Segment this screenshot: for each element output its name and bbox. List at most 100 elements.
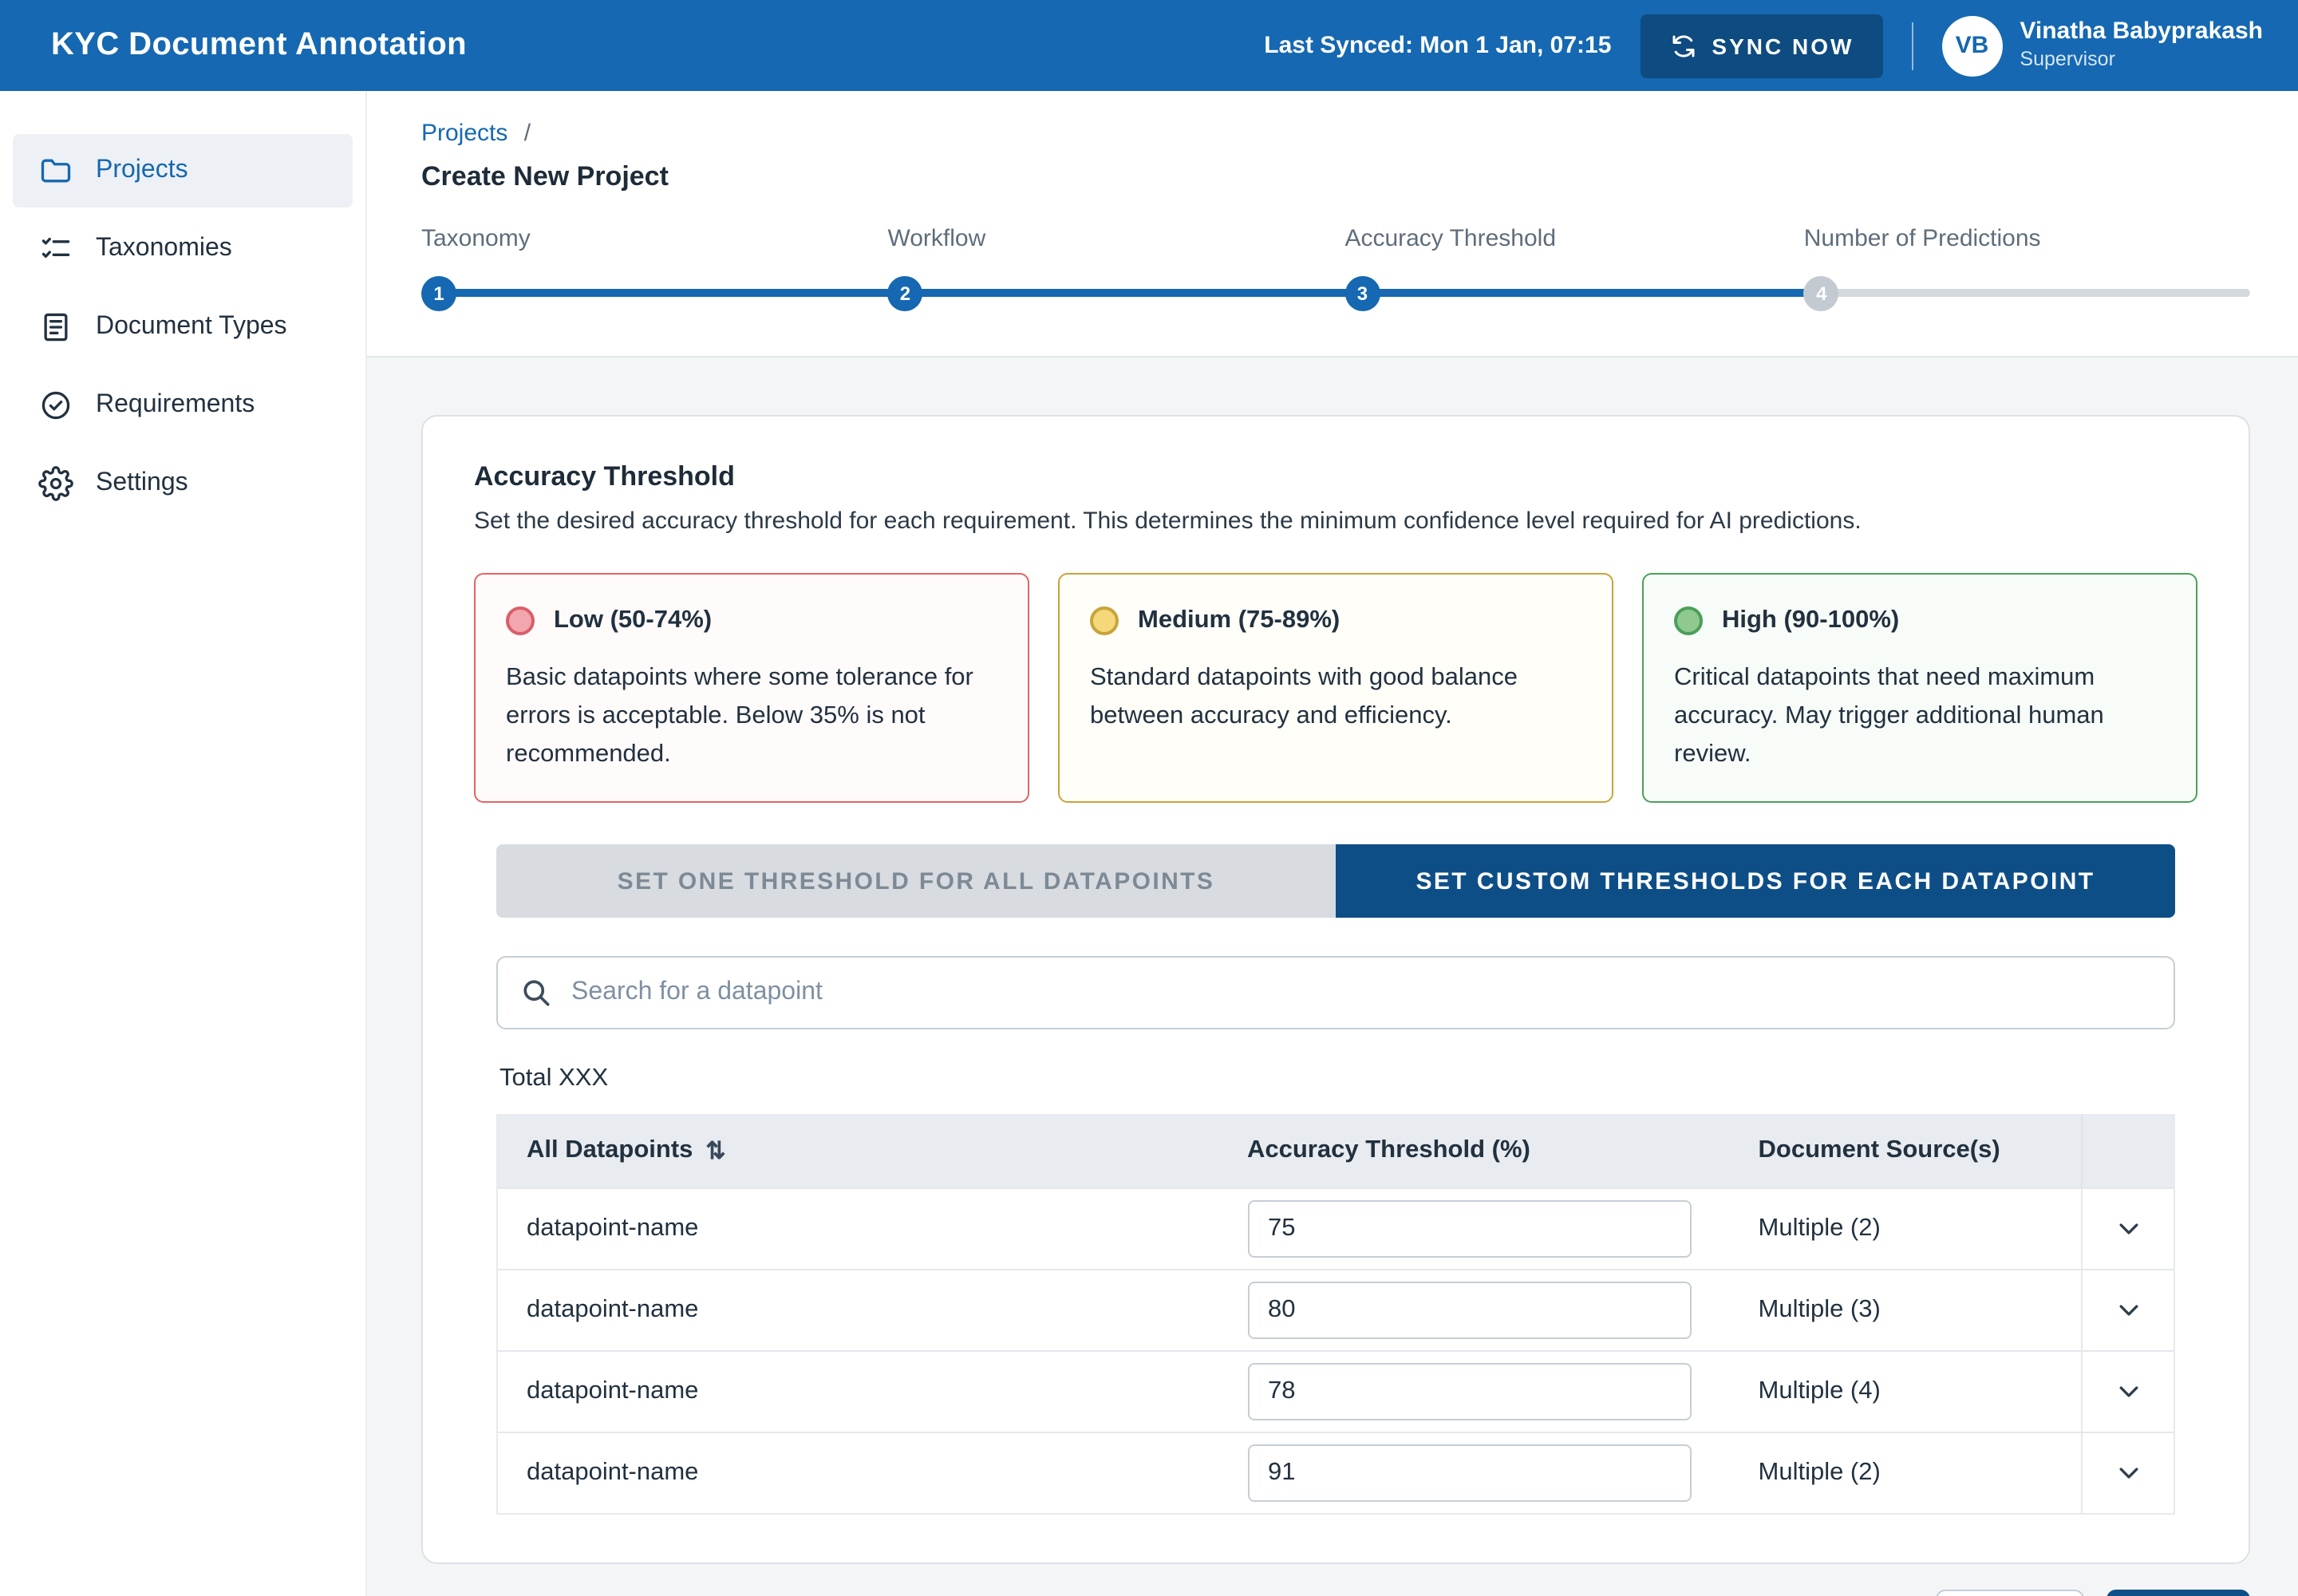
sidebar-item-taxonomies[interactable]: Taxonomies — [13, 212, 353, 286]
step-circle-2[interactable]: 2 — [887, 276, 922, 311]
medium-dot-icon — [1090, 606, 1119, 635]
chevron-down-icon — [2114, 1215, 2142, 1243]
table-row: datapoint-name Multiple (2) — [498, 1187, 2174, 1269]
threshold-mode-toggle: SET ONE THRESHOLD FOR ALL DATAPOINTS SET… — [496, 844, 2175, 918]
next-button[interactable]: NEXT — [2106, 1590, 2250, 1596]
check-circle-icon — [38, 388, 73, 423]
chevron-down-icon — [2114, 1377, 2142, 1406]
search-icon — [519, 975, 554, 1010]
col-header-all-datapoints: All Datapoints — [527, 1136, 693, 1165]
document-icon — [38, 310, 73, 345]
step-label-accuracy-threshold: Accuracy Threshold — [1344, 225, 1556, 252]
set-custom-thresholds-button[interactable]: SET CUSTOM THRESHOLDS FOR EACH DATAPOINT — [1336, 844, 2175, 918]
page: KYC Document Annotation Last Synced: Mon… — [0, 0, 2298, 1596]
expand-row-button[interactable] — [2082, 1189, 2174, 1269]
sidebar-item-label: Requirements — [96, 391, 255, 420]
threshold-input[interactable] — [1247, 1200, 1691, 1258]
level-title: High (90-100%) — [1722, 602, 1899, 640]
table-row: datapoint-name Multiple (2) — [498, 1432, 2174, 1513]
app-title: KYC Document Annotation — [51, 27, 467, 64]
level-card-high: High (90-100%) Critical datapoints that … — [1642, 573, 2197, 803]
datapoints-table: All Datapoints ⇅ Accuracy Threshold (%) … — [496, 1114, 2175, 1515]
level-description: Basic datapoints where some tolerance fo… — [506, 659, 997, 774]
table-header-row: All Datapoints ⇅ Accuracy Threshold (%) … — [498, 1114, 2174, 1187]
document-sources: Multiple (2) — [1730, 1459, 2082, 1487]
expand-row-button[interactable] — [2082, 1433, 2174, 1513]
search-input[interactable] — [496, 956, 2175, 1029]
last-synced-text: Last Synced: Mon 1 Jan, 07:15 — [1264, 32, 1611, 59]
panel-title: Accuracy Threshold — [474, 461, 2197, 493]
sort-icon[interactable]: ⇅ — [705, 1136, 725, 1165]
set-one-threshold-button[interactable]: SET ONE THRESHOLD FOR ALL DATAPOINTS — [496, 844, 1336, 918]
page-title: Create New Project — [421, 161, 2250, 193]
page-header: Projects / Create New Project Taxonomy W… — [367, 91, 2298, 358]
document-sources: Multiple (3) — [1730, 1296, 2082, 1325]
sidebar-item-settings[interactable]: Settings — [13, 447, 353, 520]
checklist-icon — [38, 231, 73, 267]
refresh-icon — [1668, 31, 1697, 60]
datapoint-search — [496, 956, 2175, 1029]
level-title: Low (50-74%) — [554, 602, 712, 640]
breadcrumb: Projects / — [421, 120, 2250, 147]
user-name: Vinatha Babyprakash — [2020, 18, 2263, 49]
threshold-input[interactable] — [1247, 1363, 1691, 1420]
col-header-accuracy-threshold: Accuracy Threshold (%) — [1218, 1136, 1730, 1165]
panel-description: Set the desired accuracy threshold for e… — [474, 508, 2197, 535]
stepper: Taxonomy Workflow Accuracy Threshold Num… — [421, 225, 2250, 318]
level-card-medium: Medium (75-89%) Standard datapoints with… — [1058, 573, 1613, 803]
step-circle-3[interactable]: 3 — [1344, 276, 1380, 311]
level-title: Medium (75-89%) — [1138, 602, 1340, 640]
sidebar-item-requirements[interactable]: Requirements — [13, 369, 353, 442]
table-row: datapoint-name Multiple (3) — [498, 1269, 2174, 1350]
col-header-expand — [2082, 1114, 2174, 1187]
level-card-low: Low (50-74%) Basic datapoints where some… — [474, 573, 1029, 803]
sidebar: Projects Taxonomies Document Types Requi… — [0, 91, 367, 1596]
wizard-footer: BACK NEXT — [421, 1590, 2250, 1596]
level-description: Standard datapoints with good balance be… — [1090, 659, 1581, 736]
expand-row-button[interactable] — [2082, 1352, 2174, 1432]
sidebar-item-document-types[interactable]: Document Types — [13, 290, 353, 364]
topbar-divider — [1911, 22, 1913, 69]
stepper-track: 1 2 3 4 — [421, 276, 2250, 311]
datapoint-name: datapoint-name — [498, 1377, 1218, 1406]
col-header-document-sources: Document Source(s) — [1730, 1136, 2082, 1165]
sidebar-item-label: Document Types — [96, 313, 287, 342]
step-label-workflow: Workflow — [887, 225, 985, 252]
user-role: Supervisor — [2020, 48, 2263, 73]
step-circle-1[interactable]: 1 — [421, 276, 456, 311]
avatar: VB — [1941, 15, 2002, 76]
sidebar-item-label: Settings — [96, 469, 188, 498]
back-button[interactable]: BACK — [1935, 1590, 2084, 1596]
stepper-track-progress — [424, 289, 1825, 297]
sidebar-item-label: Taxonomies — [96, 235, 232, 263]
step-circle-4[interactable]: 4 — [1804, 276, 1839, 311]
sidebar-item-projects[interactable]: Projects — [13, 134, 353, 207]
sync-now-button[interactable]: SYNC NOW — [1640, 14, 1882, 77]
topbar-right: Last Synced: Mon 1 Jan, 07:15 SYNC NOW V… — [1264, 14, 2263, 77]
step-label-number-of-predictions: Number of Predictions — [1804, 225, 2041, 252]
threshold-input[interactable] — [1247, 1444, 1691, 1502]
breadcrumb-separator: / — [524, 120, 531, 147]
accuracy-threshold-panel: Accuracy Threshold Set the desired accur… — [421, 415, 2250, 1564]
content-area: Accuracy Threshold Set the desired accur… — [367, 358, 2298, 1596]
step-label-taxonomy: Taxonomy — [421, 225, 531, 252]
folder-icon — [38, 153, 73, 188]
expand-row-button[interactable] — [2082, 1270, 2174, 1350]
document-sources: Multiple (4) — [1730, 1377, 2082, 1406]
chevron-down-icon — [2114, 1296, 2142, 1325]
sync-now-label: SYNC NOW — [1712, 33, 1854, 58]
sidebar-item-label: Projects — [96, 156, 188, 185]
user-menu[interactable]: VB Vinatha Babyprakash Supervisor — [1941, 15, 2263, 76]
high-dot-icon — [1674, 606, 1703, 635]
chevron-down-icon — [2114, 1459, 2142, 1487]
table-row: datapoint-name Multiple (4) — [498, 1350, 2174, 1432]
topbar: KYC Document Annotation Last Synced: Mon… — [0, 0, 2298, 91]
datapoint-name: datapoint-name — [498, 1459, 1218, 1487]
breadcrumb-projects-link[interactable]: Projects — [421, 120, 507, 147]
datapoint-name: datapoint-name — [498, 1296, 1218, 1325]
datapoint-name: datapoint-name — [498, 1215, 1218, 1243]
document-sources: Multiple (2) — [1730, 1215, 2082, 1243]
level-description: Critical datapoints that need maximum ac… — [1674, 659, 2166, 774]
threshold-level-cards: Low (50-74%) Basic datapoints where some… — [474, 573, 2197, 803]
threshold-input[interactable] — [1247, 1282, 1691, 1339]
